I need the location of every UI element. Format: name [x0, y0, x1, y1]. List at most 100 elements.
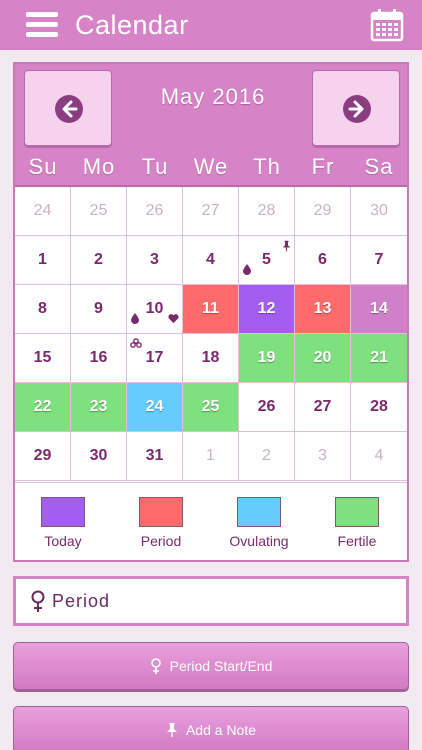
legend-item-today: Today — [15, 497, 111, 549]
day-number: 22 — [33, 398, 52, 415]
day-number: 12 — [257, 300, 276, 317]
weekday-row: Su Mo Tu We Th Fr Sa — [15, 154, 407, 186]
drop-icon — [243, 264, 251, 278]
day-cell[interactable]: 3 — [127, 236, 183, 285]
day-number: 1 — [38, 251, 47, 268]
legend-swatch — [139, 497, 183, 527]
day-cell[interactable]: 16 — [71, 334, 127, 383]
day-number: 1 — [206, 447, 215, 464]
day-grid: 24 25 26 27 28 29 30 1 2 3 4 5 6 7 8 9 10 11 12 13 14 15 16 17 1… — [15, 187, 407, 481]
day-number: 29 — [33, 447, 52, 464]
day-cell[interactable]: 30 — [71, 432, 127, 481]
weekday-label: Sa — [364, 154, 394, 179]
weekday-label: Mo — [82, 154, 116, 179]
selected-event-box[interactable]: Period — [13, 576, 409, 626]
day-cell[interactable]: 29 — [295, 187, 351, 236]
day-cell[interactable]: 24 — [15, 187, 71, 236]
day-number: 2 — [94, 251, 103, 268]
day-number: 13 — [313, 300, 332, 317]
day-cell[interactable]: 2 — [239, 432, 295, 481]
day-number: 16 — [89, 349, 108, 366]
day-number: 27 — [313, 398, 332, 415]
pin-icon — [166, 722, 178, 738]
day-cell[interactable]: 15 — [15, 334, 71, 383]
day-cell[interactable]: 1 — [15, 236, 71, 285]
day-cell[interactable]: 1 — [183, 432, 239, 481]
app-title: Calendar — [75, 10, 189, 40]
day-cell[interactable]: 4 — [183, 236, 239, 285]
day-number: 14 — [370, 300, 388, 317]
day-cell[interactable]: 20 — [295, 334, 351, 383]
month-title: May 2016 — [160, 84, 266, 109]
day-cell[interactable]: 11 — [183, 285, 239, 334]
weekday-label: Th — [253, 154, 281, 179]
day-cell[interactable]: 26 — [239, 383, 295, 432]
day-cell[interactable]: 19 — [239, 334, 295, 383]
day-cell[interactable]: 13 — [295, 285, 351, 334]
venus-icon — [150, 657, 162, 675]
arrow-right-icon — [343, 95, 371, 123]
day-cell[interactable]: 2 — [71, 236, 127, 285]
day-number: 8 — [38, 300, 47, 317]
calendar-panel: May 2016 Su Mo Tu We Th Fr Sa 24 25 26 27 28… — [13, 62, 409, 562]
day-cell[interactable]: 10 — [127, 285, 183, 334]
calendar-header: May 2016 Su Mo Tu We Th Fr Sa — [15, 64, 407, 186]
period-start-end-button[interactable]: Period Start/End — [13, 642, 409, 690]
day-cell[interactable]: 12 — [239, 285, 295, 334]
day-cell[interactable]: 27 — [183, 187, 239, 236]
day-cell[interactable]: 28 — [239, 187, 295, 236]
pin-icon — [282, 240, 291, 255]
legend-label: Ovulating — [229, 533, 289, 549]
add-note-label: Add a Note — [185, 722, 257, 738]
day-cell[interactable]: 21 — [351, 334, 407, 383]
day-cell[interactable]: 4 — [351, 432, 407, 481]
legend-item-period: Period — [113, 497, 209, 549]
day-number: 21 — [370, 349, 388, 366]
day-cell[interactable]: 3 — [295, 432, 351, 481]
day-number: 2 — [262, 447, 271, 464]
day-number: 3 — [150, 251, 159, 268]
previous-month-button[interactable] — [24, 70, 112, 146]
legend-label: Today — [44, 533, 82, 549]
day-cell[interactable]: 5 — [239, 236, 295, 285]
day-cell[interactable]: 25 — [183, 383, 239, 432]
legend-label: Fertile — [337, 533, 377, 549]
day-cell[interactable]: 8 — [15, 285, 71, 334]
day-number: 5 — [262, 251, 271, 268]
add-note-button[interactable]: Add a Note — [13, 706, 409, 750]
day-number: 6 — [318, 251, 327, 268]
day-cell[interactable]: 24 — [127, 383, 183, 432]
day-cell[interactable]: 23 — [71, 383, 127, 432]
day-cell[interactable]: 28 — [351, 383, 407, 432]
day-number: 30 — [370, 202, 388, 219]
day-cell[interactable]: 30 — [351, 187, 407, 236]
day-cell[interactable]: 17 — [127, 334, 183, 383]
day-cell[interactable]: 18 — [183, 334, 239, 383]
day-number: 29 — [313, 202, 332, 219]
legend-item-fertile: Fertile — [309, 497, 405, 549]
day-cell[interactable]: 26 — [127, 187, 183, 236]
day-cell[interactable]: 31 — [127, 432, 183, 481]
day-cell[interactable]: 7 — [351, 236, 407, 285]
day-cell[interactable]: 6 — [295, 236, 351, 285]
venus-icon — [31, 590, 45, 612]
day-number: 23 — [89, 398, 108, 415]
day-number: 18 — [201, 349, 220, 366]
day-number: 31 — [145, 447, 164, 464]
day-cell[interactable]: 9 — [71, 285, 127, 334]
weekday-label: We — [193, 154, 229, 179]
day-cell[interactable]: 14 — [351, 285, 407, 334]
legend-label: Period — [140, 533, 182, 549]
day-number: 4 — [206, 251, 215, 268]
day-cell[interactable]: 27 — [295, 383, 351, 432]
day-cell[interactable]: 29 — [15, 432, 71, 481]
day-number: 25 — [89, 202, 108, 219]
day-cell[interactable]: 25 — [71, 187, 127, 236]
next-month-button[interactable] — [312, 70, 400, 146]
hamburger-menu-icon[interactable] — [26, 12, 58, 38]
calendar-icon[interactable] — [370, 8, 404, 42]
heart-icon — [168, 314, 179, 327]
day-cell[interactable]: 22 — [15, 383, 71, 432]
legend-item-ovulating: Ovulating — [211, 497, 307, 549]
day-number: 17 — [145, 349, 164, 366]
